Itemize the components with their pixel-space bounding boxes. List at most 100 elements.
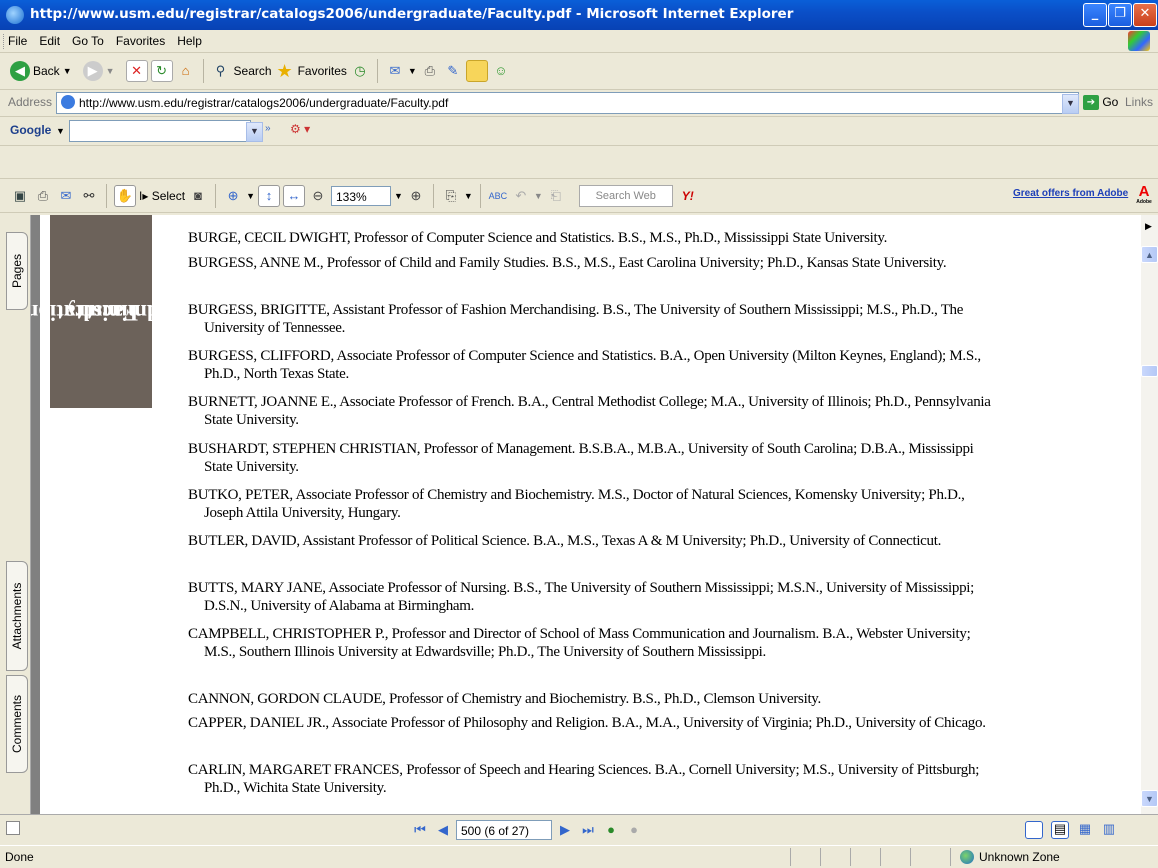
stop-icon[interactable]: ✕ (125, 60, 148, 82)
next-page-icon[interactable]: ▶ (555, 820, 575, 840)
scroll-up-button[interactable]: ▲ (1141, 246, 1158, 263)
print-pdf-icon[interactable]: ⎙ (33, 186, 53, 206)
continuous-facing-icon[interactable]: ▥ (1101, 822, 1117, 838)
faculty-entry: BUTTS, MARY JANE, Associate Professor of… (188, 580, 975, 614)
maximize-button[interactable]: ❐ (1108, 3, 1132, 27)
pdf-page: Administration Faculty BURGE, CECIL DWIGH… (31, 215, 1141, 814)
facing-icon[interactable]: ▦ (1077, 822, 1093, 838)
faculty-entry: BURGE, CECIL DWIGHT, Professor of Comput… (188, 230, 888, 246)
single-page-icon[interactable] (1025, 821, 1043, 839)
save-icon[interactable]: ▣ (10, 186, 30, 206)
search-icon[interactable]: ⚲ (211, 61, 231, 81)
ie-icon (6, 6, 24, 24)
faculty-entry: BURGESS, CLIFFORD, Associate Professor o… (188, 348, 981, 382)
close-button[interactable]: ✕ (1133, 3, 1157, 27)
zoom-tool-dropdown[interactable]: ▼ (246, 191, 255, 201)
scroll-thumb[interactable] (1141, 365, 1158, 377)
band-title-faculty: Faculty (63, 299, 139, 325)
address-label: Address (8, 95, 53, 109)
links-button[interactable]: Links (1125, 95, 1153, 109)
faculty-entry: BUSHARDT, STEPHEN CHRISTIAN, Professor o… (188, 441, 974, 475)
faculty-entry: CANNON, GORDON CLAUDE, Professor of Chem… (188, 691, 821, 707)
menu-edit[interactable]: Edit (33, 30, 66, 52)
status-bar: Done Unknown Zone (0, 845, 1158, 868)
spellcheck-icon[interactable]: ABC (488, 186, 508, 206)
google-logo[interactable]: Google (10, 123, 51, 137)
google-search-input[interactable] (69, 120, 251, 142)
next-view-icon[interactable]: ● (624, 820, 644, 840)
refresh-icon[interactable]: ↻ (150, 60, 173, 82)
fit-width-icon[interactable]: ↔ (282, 185, 305, 207)
scroll-down-button[interactable]: ▼ (1141, 790, 1158, 807)
copy-icon[interactable]: ⎗ (546, 186, 566, 206)
previous-page-icon[interactable]: ◀ (433, 820, 453, 840)
undo-icon[interactable]: ↶ (511, 186, 531, 206)
minimize-button[interactable]: _ (1083, 3, 1107, 27)
go-button[interactable]: ➔ Go (1083, 95, 1118, 111)
undo-dropdown[interactable]: ▼ (534, 191, 543, 201)
faculty-entry: BUTLER, DAVID, Assistant Professor of Po… (188, 533, 942, 549)
previous-view-icon[interactable]: ● (601, 820, 621, 840)
menu-help[interactable]: Help (171, 30, 208, 52)
fit-page-icon[interactable]: ↕ (257, 185, 280, 207)
find-icon[interactable]: ⚯ (79, 186, 99, 206)
zoom-in-icon[interactable]: ⊕ (406, 186, 426, 206)
snapshot-icon[interactable]: ◙ (188, 186, 208, 206)
email-pdf-icon[interactable]: ✉ (56, 186, 76, 206)
adobe-a-icon: A (1138, 183, 1150, 200)
last-page-icon[interactable]: ⏭ (578, 820, 598, 840)
document-viewer[interactable]: Administration Faculty BURGE, CECIL DWIGH… (31, 215, 1141, 814)
yahoo-icon[interactable]: Y! (682, 189, 694, 203)
continuous-icon[interactable]: ▤ (1051, 821, 1069, 839)
page-layout-dropdown[interactable]: ▼ (464, 191, 473, 201)
address-dropdown-button[interactable]: ▼ (1062, 94, 1079, 114)
zoom-out-icon[interactable]: ⊖ (308, 186, 328, 206)
page-layout-icon[interactable]: ⎘ (441, 186, 461, 206)
google-search-dropdown[interactable]: ▼ (246, 122, 263, 142)
scroll-menu-icon[interactable]: ▶ (1145, 221, 1152, 232)
back-arrow-icon[interactable]: ◀ (10, 61, 30, 81)
mail-dropdown-icon[interactable]: ▼ (408, 66, 417, 76)
search-button[interactable]: Search (234, 64, 272, 78)
go-arrow-icon[interactable]: ➔ (1083, 95, 1099, 111)
menu-file[interactable]: File (2, 30, 33, 52)
page-number-input[interactable]: 500 (6 of 27) (456, 820, 552, 840)
vertical-scrollbar[interactable]: ▶ ▲ ▼ (1141, 215, 1158, 814)
forward-arrow-icon[interactable]: ▶ (82, 61, 103, 81)
google-menu-icon[interactable]: ▼ (56, 126, 65, 136)
faculty-entry: BURGESS, ANNE M., Professor of Child and… (188, 255, 947, 271)
menu-favorites[interactable]: Favorites (110, 30, 171, 52)
title-bar: http://www.usm.edu/registrar/catalogs200… (0, 0, 1158, 30)
mail-icon[interactable]: ✉ (385, 61, 405, 81)
favorites-star-icon[interactable]: ★ (275, 61, 295, 81)
home-icon[interactable]: ⌂ (176, 61, 196, 81)
google-toolbar: Google ▼ ▼ » ⚙ ▾ (0, 117, 1158, 146)
hand-tool-icon[interactable]: ✋ (114, 185, 136, 207)
forward-dropdown-icon[interactable]: ▼ (106, 66, 115, 76)
print-icon[interactable]: ⎙ (420, 61, 440, 81)
select-tool-button[interactable]: I▸ Select (139, 189, 185, 203)
discuss-icon[interactable] (465, 60, 488, 82)
google-more-icon[interactable]: » (265, 123, 271, 134)
history-icon[interactable]: ◷ (350, 61, 370, 81)
address-input[interactable]: http://www.usm.edu/registrar/catalogs200… (79, 96, 448, 110)
faculty-entry: CARLIN, MARGARET FRANCES, Professor of S… (188, 762, 980, 796)
zoom-input[interactable]: 133% (330, 186, 391, 206)
menu-goto[interactable]: Go To (66, 30, 110, 52)
page-icon (61, 95, 75, 109)
edit-icon[interactable]: ✎ (443, 61, 463, 81)
google-options-icon[interactable]: ⚙ ▾ (290, 122, 310, 136)
adobe-offers-link[interactable]: Great offers from Adobe (1013, 188, 1128, 199)
panel-toggle-icon[interactable] (6, 821, 20, 835)
tab-comments[interactable]: Comments (6, 675, 28, 773)
zoom-in-tool-icon[interactable]: ⊕ (223, 186, 243, 206)
first-page-icon[interactable]: ⏮ (410, 820, 430, 840)
back-button[interactable]: Back (33, 64, 60, 78)
tab-attachments[interactable]: Attachments (6, 561, 28, 671)
back-dropdown-icon[interactable]: ▼ (63, 66, 72, 76)
zoom-dropdown[interactable]: ▼ (394, 191, 403, 201)
favorites-button[interactable]: Favorites (298, 64, 347, 78)
messenger-icon[interactable]: ☺ (491, 61, 511, 81)
tab-pages[interactable]: Pages (6, 232, 28, 310)
search-web-input[interactable]: Search Web (578, 185, 673, 207)
